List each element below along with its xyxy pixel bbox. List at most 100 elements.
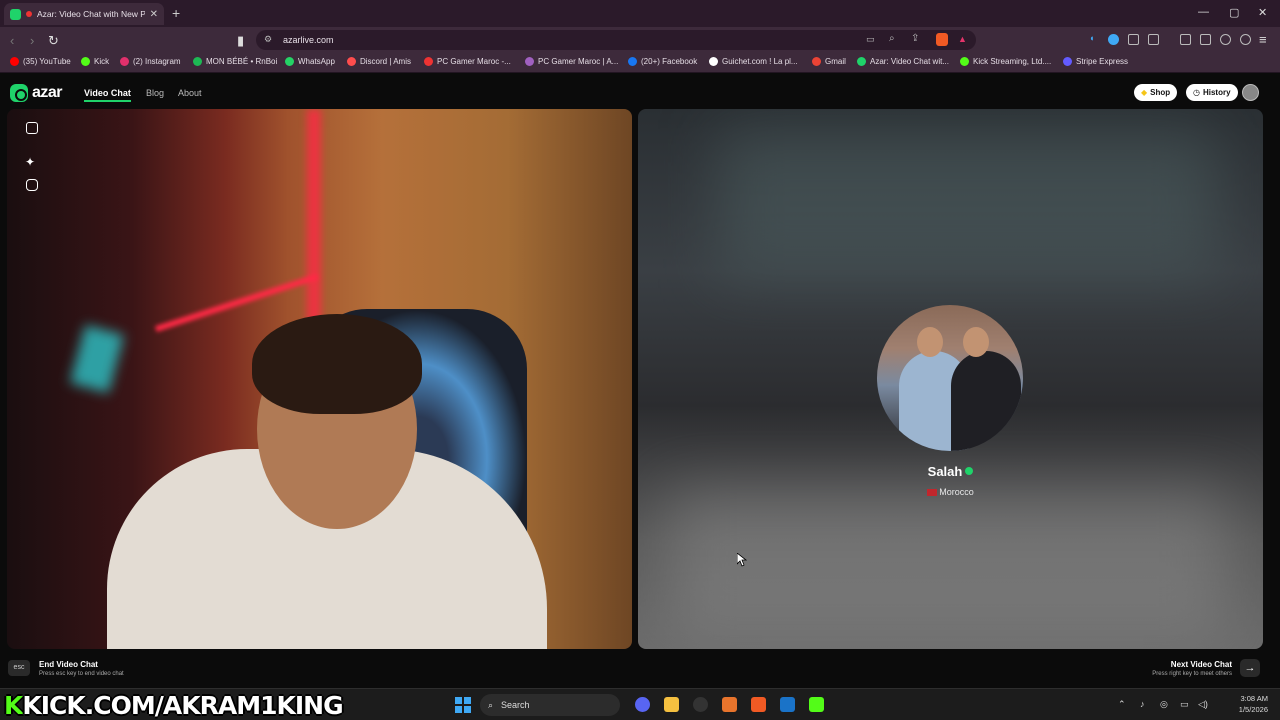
cast-icon[interactable]: ▭ (866, 34, 875, 45)
url-bar[interactable]: ⚙ azarlive.com ▭ ⌕ ⇪ ▲ (256, 30, 976, 50)
bookmark-item[interactable]: Discord | Amis (347, 57, 411, 66)
brave-rewards-icon[interactable]: ▲ (958, 34, 967, 44)
bookmark-item[interactable]: Kick (81, 57, 109, 66)
instagram-icon (120, 57, 129, 66)
search-label: Search (501, 700, 530, 710)
reload-icon[interactable]: ↻ (48, 33, 59, 49)
share-icon[interactable]: ⇪ (911, 33, 919, 44)
bookmark-item[interactable]: (2) Instagram (120, 57, 181, 66)
browser-tab-active[interactable]: Azar: Video Chat with New Pe ✕ (4, 3, 164, 25)
bookmark-item[interactable]: WhatsApp (285, 57, 335, 66)
end-video-chat-title[interactable]: End Video Chat (39, 660, 98, 669)
network-icon[interactable]: ▭ (1180, 699, 1189, 710)
bookmark-label: MON BÉBÉ • RnBoi (206, 57, 278, 66)
search-icon: ⌕ (488, 699, 494, 710)
close-window-button[interactable]: ✕ (1258, 6, 1267, 19)
next-video-chat-title[interactable]: Next Video Chat (1171, 660, 1232, 669)
discord-app-icon[interactable] (635, 697, 650, 712)
nav-about[interactable]: About (178, 88, 202, 98)
volume-icon[interactable]: ◁) (1198, 699, 1208, 710)
media-icon[interactable] (1148, 34, 1159, 45)
tab-title: Azar: Video Chat with New Pe (37, 9, 145, 19)
morocco-flag-icon (927, 489, 938, 496)
filter-face-icon[interactable] (26, 179, 38, 191)
back-icon[interactable]: ‹ (10, 33, 14, 48)
bookmark-item[interactable]: Guichet.com ! La pl... (709, 57, 798, 66)
bookmarks-bar: (35) YouTube Kick (2) Instagram MON BÉBÉ… (0, 53, 1280, 73)
extensions-icon[interactable] (1128, 34, 1139, 45)
next-arrow-button[interactable]: → (1240, 659, 1260, 677)
sidebar-icon[interactable] (1180, 34, 1191, 45)
azar-icon (857, 57, 866, 66)
maximize-button[interactable]: ▢ (1229, 6, 1239, 19)
bookmark-item[interactable]: Kick Streaming, Ltd.... (960, 57, 1051, 66)
effects-sparkle-icon[interactable]: ✦ (25, 155, 35, 169)
address-toolbar: ‹ › ↻ ▮ ⚙ azarlive.com ▭ ⌕ ⇪ ▲ ◖ ≡ (0, 27, 1280, 53)
minimize-button[interactable]: — (1198, 6, 1209, 18)
kick-app-icon[interactable] (809, 697, 824, 712)
bookmark-label: WhatsApp (298, 57, 335, 66)
extension-shazam-icon[interactable] (1108, 34, 1119, 45)
history-button[interactable]: ◷ History (1186, 84, 1238, 101)
vpn-icon[interactable] (1240, 34, 1251, 45)
brave-shield-icon[interactable] (936, 33, 948, 46)
wallet-icon[interactable] (1200, 34, 1211, 45)
history-label: History (1202, 88, 1231, 97)
browser-tab-bar: Azar: Video Chat with New Pe ✕ + — ▢ ✕ (0, 0, 1280, 27)
end-video-chat-hint: Press esc key to end video chat (39, 671, 124, 677)
bookmark-label: Gmail (825, 57, 846, 66)
bookmark-item[interactable]: PC Gamer Maroc | A... (525, 57, 618, 66)
remote-video-feed: Salah Morocco (638, 109, 1263, 649)
obs-app-icon[interactable] (693, 697, 708, 712)
bookmark-icon[interactable]: ▮ (237, 33, 244, 49)
stripe-icon (1063, 57, 1072, 66)
next-video-chat-hint: Press right key to meet others (1152, 671, 1232, 677)
file-explorer-icon[interactable] (664, 697, 679, 712)
spotify-icon (193, 57, 202, 66)
shop-button[interactable]: ◆ Shop (1134, 84, 1178, 101)
pc-gamer-icon (525, 57, 534, 66)
clock-time: 3:08 AM (1240, 694, 1268, 703)
bookmark-item[interactable]: Azar: Video Chat wit... (857, 57, 949, 66)
nav-blog[interactable]: Blog (146, 88, 164, 98)
windows-taskbar: KKICK.COM/AKRAM1KING ⌕ Search ⌃ ♪ ◎ ▭ ◁)… (0, 688, 1280, 720)
forward-icon[interactable]: › (30, 33, 34, 48)
leo-ai-icon[interactable] (1220, 34, 1231, 45)
microphone-icon[interactable]: ♪ (1140, 699, 1145, 709)
store-app-icon[interactable] (780, 697, 795, 712)
watermark-text: KICK.COM/AKRAM1KING (22, 691, 343, 720)
match-name-row: Salah (638, 464, 1263, 479)
bookmark-label: Guichet.com ! La pl... (722, 57, 798, 66)
blurred-background (718, 129, 1218, 279)
watermark-k: K (4, 691, 23, 720)
taskbar-search[interactable]: ⌕ Search (480, 694, 620, 716)
bookmark-item[interactable]: Gmail (812, 57, 846, 66)
new-tab-button[interactable]: + (172, 5, 180, 21)
photo-person-head (917, 327, 943, 357)
camera-switch-icon[interactable] (26, 122, 38, 134)
user-avatar[interactable] (1242, 84, 1259, 101)
azar-logo[interactable]: azar (10, 84, 63, 102)
clock[interactable]: 3:08 AM 1/5/2026 (1239, 693, 1268, 715)
bookmark-item[interactable]: PC Gamer Maroc -... (424, 57, 511, 66)
bookmark-label: (20+) Facebook (641, 57, 698, 66)
audio-icon[interactable]: ◖ (1089, 33, 1100, 44)
brave-app-icon[interactable] (751, 697, 766, 712)
bookmark-item[interactable]: (20+) Facebook (628, 57, 697, 66)
security-icon[interactable]: ◎ (1160, 699, 1168, 710)
bookmark-item[interactable]: Stripe Express (1063, 57, 1128, 66)
site-info-icon[interactable]: ⚙ (264, 34, 272, 45)
bookmark-item[interactable]: MON BÉBÉ • RnBoi (193, 57, 277, 66)
zoom-icon[interactable]: ⌕ (889, 33, 895, 44)
app-icon[interactable] (722, 697, 737, 712)
tray-chevron-icon[interactable]: ⌃ (1118, 699, 1126, 710)
nav-video-chat[interactable]: Video Chat (84, 88, 131, 102)
esc-key-button[interactable]: esc (8, 660, 30, 676)
menu-icon[interactable]: ≡ (1259, 32, 1267, 47)
windows-start-icon[interactable] (455, 697, 471, 713)
close-tab-icon[interactable]: ✕ (150, 9, 158, 20)
shop-label: Shop (1150, 88, 1171, 97)
bookmark-item[interactable]: (35) YouTube (10, 57, 71, 66)
facebook-icon (628, 57, 637, 66)
bookmark-label: Discord | Amis (360, 57, 411, 66)
